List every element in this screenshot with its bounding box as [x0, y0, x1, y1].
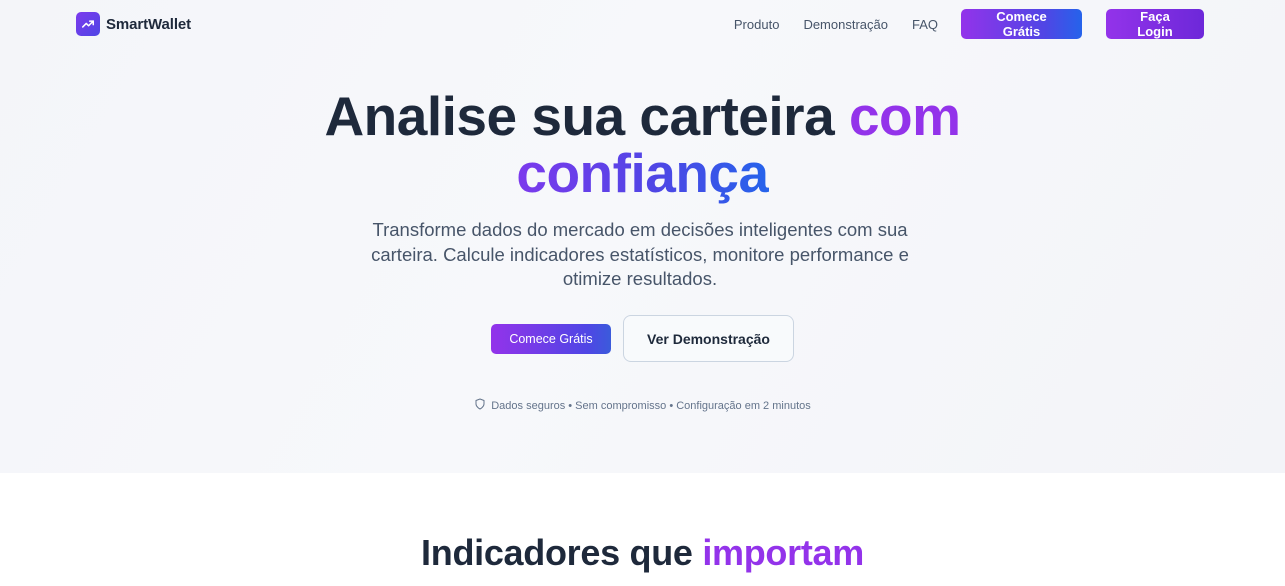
hero-title-accent-2: confiança: [516, 142, 769, 204]
features-title-text: Indicadores que: [421, 532, 703, 573]
nav-start-free-button[interactable]: Comece Grátis: [961, 9, 1082, 39]
hero-subtitle: Transforme dados do mercado em decisões …: [371, 219, 909, 289]
shield-icon: [474, 398, 486, 413]
brand-name: SmartWallet: [106, 15, 192, 33]
hero-actions: Comece Grátis Ver Demonstração: [0, 315, 1285, 362]
view-demo-button[interactable]: Ver Demonstração: [623, 315, 794, 362]
hero-title-accent-1: com: [848, 85, 961, 147]
site-header: SmartWallet Produto Demonstração FAQ Com…: [0, 0, 1285, 48]
login-button[interactable]: Faça Login: [1106, 9, 1204, 39]
brand[interactable]: SmartWallet: [76, 12, 191, 36]
features-title-accent: importam: [702, 532, 864, 573]
hero-start-free-button[interactable]: Comece Grátis: [491, 323, 611, 354]
main-nav: Produto Demonstração FAQ Comece Grátis F…: [734, 9, 1204, 39]
trust-text: Dados seguros • Sem compromisso • Config…: [491, 399, 811, 412]
features-title: Indicadores que importam: [0, 532, 1285, 574]
trust-line: Dados seguros • Sem compromisso • Config…: [0, 398, 1285, 413]
trending-up-icon: [76, 12, 100, 36]
nav-link-faq[interactable]: FAQ: [912, 17, 938, 32]
nav-link-demonstracao[interactable]: Demonstração: [803, 17, 888, 32]
hero-title-text: Analise sua carteira: [324, 85, 849, 147]
nav-link-produto[interactable]: Produto: [734, 17, 780, 32]
hero-title: Analise sua carteira com confiança: [0, 88, 1285, 202]
